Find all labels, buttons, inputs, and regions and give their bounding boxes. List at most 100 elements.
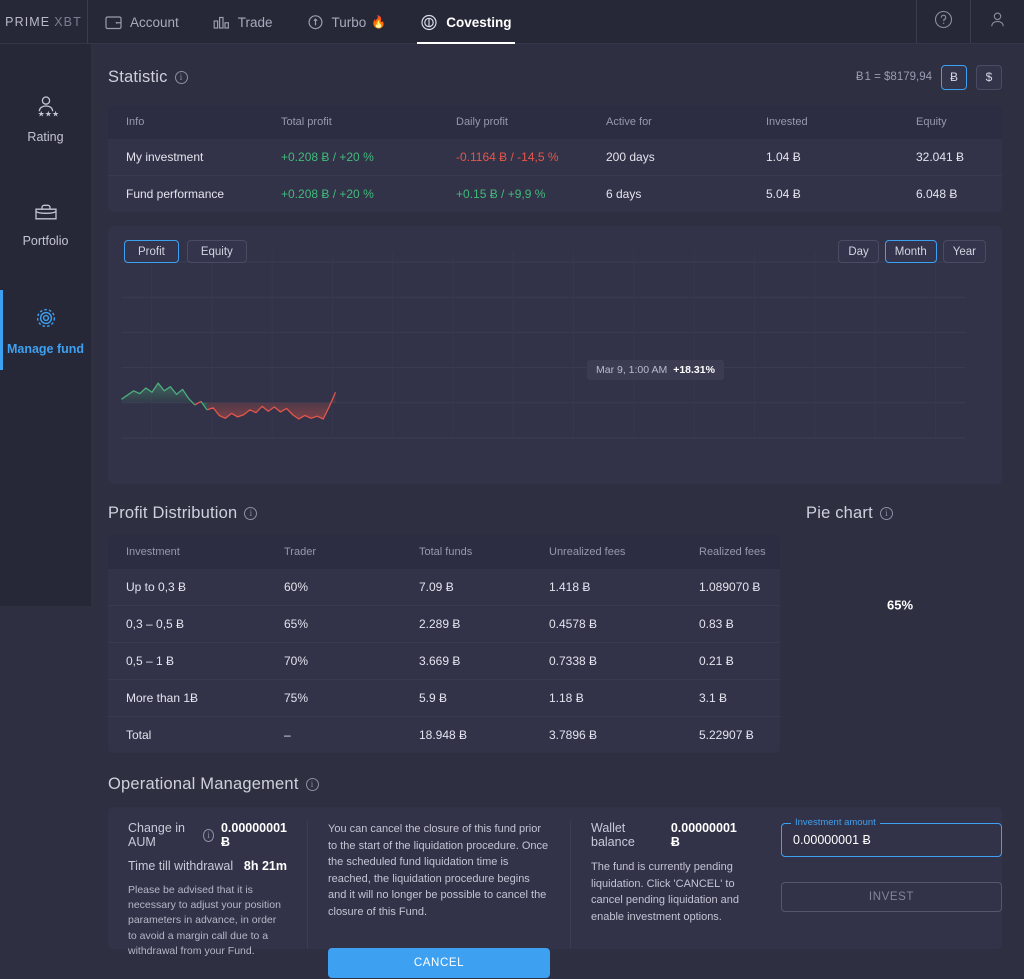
cell-realized-fees: 0.83 Ƀ (681, 606, 780, 643)
chart-mode-equity[interactable]: Equity (187, 240, 247, 263)
table-header-row: Info Total profit Daily profit Active fo… (108, 105, 1002, 139)
cell-equity: 32.041 Ƀ (898, 139, 1002, 176)
help-button[interactable] (916, 0, 970, 43)
sidebar-item-manage-fund-label: Manage fund (7, 342, 84, 356)
profit-distribution-title-group: Profit Distribution i (108, 504, 780, 523)
chart-range-day[interactable]: Day (838, 240, 878, 263)
col-total-funds: Total funds (401, 535, 531, 569)
cell-unrealized-fees: 1.18 Ƀ (531, 680, 681, 717)
time-till-withdrawal-label: Time till withdrawal (128, 859, 233, 873)
cell-investment: Up to 0,3 Ƀ (108, 569, 266, 606)
table-row: Fund performance +0.208 Ƀ / +20 % +0.15 … (108, 176, 1002, 213)
cell-realized-fees: 5.22907 Ƀ (681, 717, 780, 754)
om-wallet-column: Wallet balance 0.00000001 Ƀ The fund is … (571, 821, 761, 949)
operational-management-block: Operational Management i Change in AUM i… (108, 775, 1002, 979)
chart-range-month[interactable]: Month (885, 240, 937, 263)
info-icon[interactable]: i (244, 507, 257, 520)
profit-distribution-title: Profit Distribution (108, 504, 237, 523)
brand-name-secondary: XBT (54, 15, 82, 29)
col-active-for: Active for (588, 105, 748, 139)
cell-realized-fees: 3.1 Ƀ (681, 680, 780, 717)
cell-investment: Total (108, 717, 266, 754)
table-row: Total–18.948 Ƀ3.7896 Ƀ5.22907 Ƀ (108, 717, 780, 754)
cancel-button[interactable]: CANCEL (328, 948, 550, 978)
time-till-withdrawal-row: Time till withdrawal 8h 21m (128, 859, 287, 873)
chart-tooltip-value: +18.31% (673, 364, 715, 376)
currency-toggle-usd[interactable]: $ (976, 65, 1002, 90)
table-row: 0,5 – 1 Ƀ70%3.669 Ƀ0.7338 Ƀ0.21 Ƀ (108, 643, 780, 680)
cell-unrealized-fees: 3.7896 Ƀ (531, 717, 681, 754)
brand-logo[interactable]: PRIME XBT (0, 0, 88, 44)
sidebar-item-rating[interactable]: ★★★ Rating (0, 80, 91, 158)
cell-trader: 75% (266, 680, 401, 717)
pie-chart-title-group: Pie chart i (806, 504, 1002, 523)
nav-item-account-label: Account (130, 15, 179, 30)
time-till-withdrawal-value: 8h 21m (244, 859, 287, 873)
currency-toggle-btc[interactable]: Ƀ (941, 65, 967, 90)
sidebar-item-manage-fund[interactable]: Manage fund (0, 290, 91, 370)
col-daily-profit: Daily profit (438, 105, 588, 139)
briefcase-icon (32, 200, 60, 227)
chart-mode-buttons: Profit Equity (124, 240, 247, 263)
nav-item-covesting[interactable]: Covesting (403, 0, 528, 44)
performance-chart-card: Profit Equity Day Month Year (108, 226, 1002, 484)
top-nav-right-actions (916, 0, 1024, 43)
main-content: Statistic i Ƀ 1 = $8179,94 Ƀ $ Info Tota… (91, 44, 1024, 892)
cell-trader: 70% (266, 643, 401, 680)
nav-item-account[interactable]: Account (88, 0, 196, 44)
cell-invested: 1.04 Ƀ (748, 139, 898, 176)
sidebar-item-portfolio-label: Portfolio (23, 234, 69, 248)
chart-mode-profit[interactable]: Profit (124, 240, 179, 263)
cell-total-funds: 3.669 Ƀ (401, 643, 531, 680)
col-invested: Invested (748, 105, 898, 139)
cell-total-funds: 2.289 Ƀ (401, 606, 531, 643)
invest-button[interactable]: INVEST (781, 882, 1002, 912)
chart-range-year[interactable]: Year (943, 240, 986, 263)
info-icon[interactable]: i (306, 778, 319, 791)
change-in-aum-label: Change in AUM (128, 821, 196, 849)
chart-tooltip-date: Mar 9, 1:00 AM (596, 364, 667, 376)
nav-item-turbo[interactable]: Turbo 🔥 (290, 0, 404, 44)
profit-area-chart[interactable] (108, 226, 1002, 484)
cell-investment: More than 1Ƀ (108, 680, 266, 717)
operational-management-title: Operational Management (108, 775, 299, 794)
table-row: More than 1Ƀ75%5.9 Ƀ1.18 Ƀ3.1 Ƀ (108, 680, 780, 717)
sidebar-item-portfolio[interactable]: Portfolio (0, 186, 91, 262)
chart-tooltip: Mar 9, 1:00 AM +18.31% (587, 360, 724, 380)
account-menu-button[interactable] (970, 0, 1024, 43)
gear-icon (32, 304, 60, 335)
cell-unrealized-fees: 0.7338 Ƀ (531, 643, 681, 680)
cell-daily-profit: +0.15 Ƀ / +9,9 % (438, 176, 588, 213)
investment-amount-field[interactable]: Investment amount 0.00000001 Ƀ (781, 823, 1002, 857)
info-icon[interactable]: i (880, 507, 893, 520)
col-realized-fees: Realized fees (681, 535, 780, 569)
change-in-aum-row: Change in AUM i 0.00000001 Ƀ (128, 821, 287, 849)
cell-info: My investment (108, 139, 263, 176)
currency-controls: Ƀ 1 = $8179,94 Ƀ $ (856, 65, 1002, 90)
exchange-rate-text: Ƀ 1 = $8179,94 (856, 71, 932, 83)
svg-text:★★★: ★★★ (37, 110, 59, 119)
cell-active-for: 200 days (588, 139, 748, 176)
wallet-icon (105, 15, 122, 30)
statistic-header: Statistic i Ƀ 1 = $8179,94 Ƀ $ (108, 62, 1002, 92)
cell-unrealized-fees: 0.4578 Ƀ (531, 606, 681, 643)
cell-total-funds: 5.9 Ƀ (401, 680, 531, 717)
col-unrealized-fees: Unrealized fees (531, 535, 681, 569)
cell-trader: – (266, 717, 401, 754)
pie-chart-title: Pie chart (806, 504, 873, 523)
coin-icon (420, 14, 438, 31)
pie-chart[interactable]: 65% (838, 543, 962, 667)
wallet-balance-row: Wallet balance 0.00000001 Ƀ (591, 821, 741, 849)
cell-equity: 6.048 Ƀ (898, 176, 1002, 213)
info-icon[interactable]: i (203, 829, 214, 842)
left-sidebar: ★★★ Rating Portfolio Manage fund (0, 44, 91, 606)
statistic-table: Info Total profit Daily profit Active fo… (108, 105, 1002, 212)
chart-range-buttons: Day Month Year (838, 240, 986, 263)
info-icon[interactable]: i (175, 71, 188, 84)
cell-daily-profit: -0.1164 Ƀ / -14,5 % (438, 139, 588, 176)
nav-item-trade[interactable]: Trade (196, 0, 290, 44)
statistic-table-card: Info Total profit Daily profit Active fo… (108, 105, 1002, 212)
cell-realized-fees: 0.21 Ƀ (681, 643, 780, 680)
cell-active-for: 6 days (588, 176, 748, 213)
table-row: 0,3 – 0,5 Ƀ65%2.289 Ƀ0.4578 Ƀ0.83 Ƀ (108, 606, 780, 643)
